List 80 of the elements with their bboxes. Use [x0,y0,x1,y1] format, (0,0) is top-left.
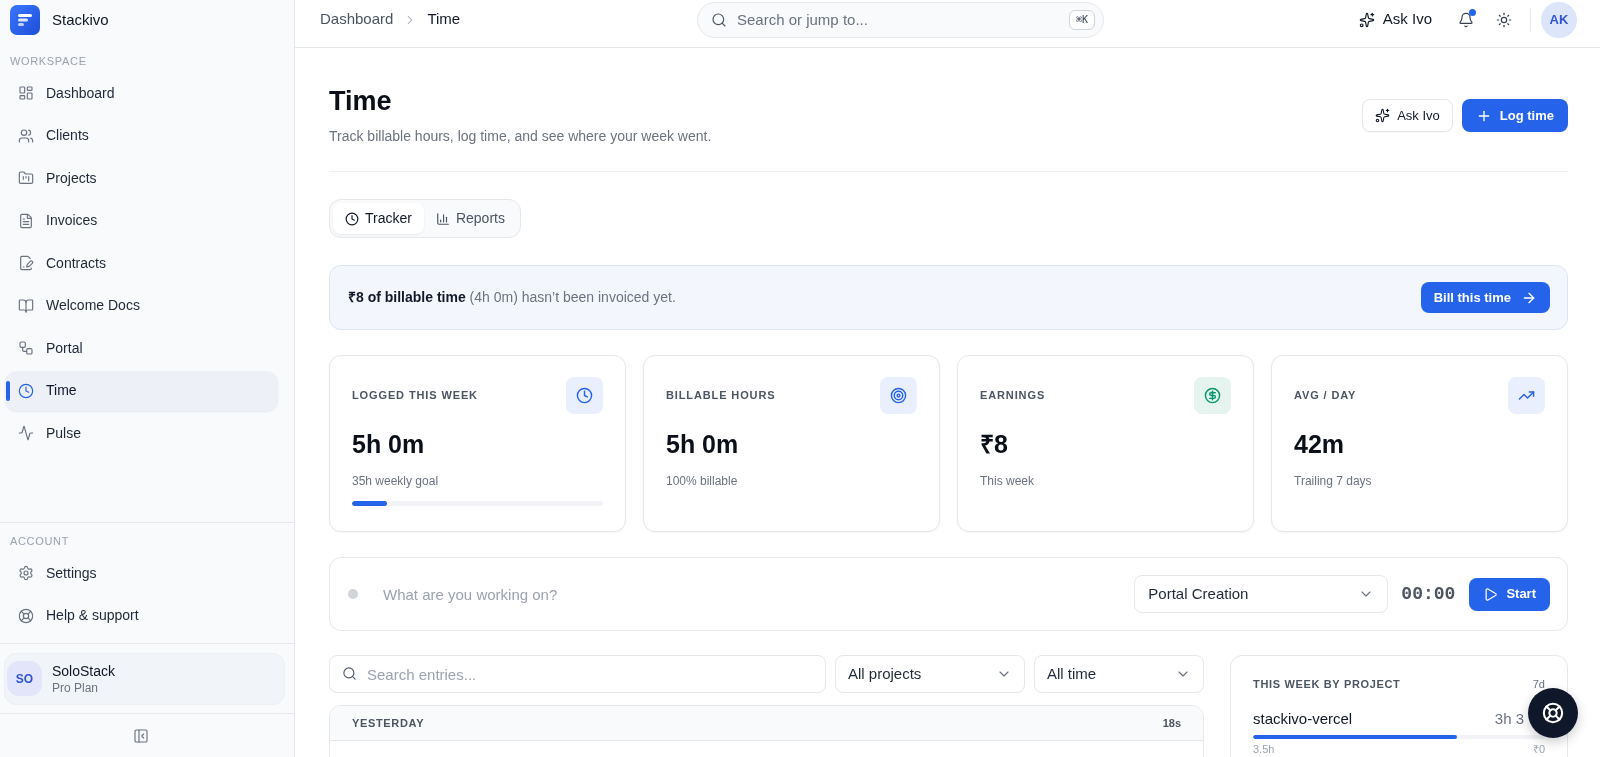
breadcrumb-link[interactable]: Dashboard [320,8,394,31]
sidebar-item[interactable]: Dashboard [5,73,278,113]
workflow-icon [18,340,34,356]
user-avatar[interactable]: AK [1541,1,1577,38]
users-icon [18,127,34,144]
lifebuoy-icon [18,607,34,624]
range-label: 7d [1532,677,1545,692]
project-time: 3h 3 [1494,708,1524,729]
stat-label: BILLABLE HOURS [666,388,776,404]
account-avatar: SO [7,661,42,696]
clock-icon [345,211,359,226]
section-label: WORKSPACE [9,54,88,68]
tab[interactable]: Reports [423,203,517,234]
sidebar-item[interactable]: Invoices [5,200,278,241]
tab[interactable]: Tracker [333,203,424,234]
stat-value: 5h 0m [352,429,426,460]
elapsed-time: 00:00 [1401,582,1456,606]
project-amount: ₹0 [1532,743,1545,755]
stat-value: 5h 0m [666,429,740,460]
stat-value: ₹8 [980,429,1009,460]
entries-search-field[interactable]: Search entries... [329,655,826,693]
sidebar-item[interactable]: Contracts [5,243,278,283]
sidebar-item[interactable]: Pulse [5,413,278,453]
search-icon [342,666,357,681]
group-total: 18s [1162,715,1181,731]
project-select[interactable]: Portal Creation [1134,575,1389,613]
stat-label: LOGGED THIS WEEK [352,388,478,404]
page-subtitle: Track billable hours, log time, and see where your week went. [329,127,712,146]
sidebar-item[interactable]: Portal [5,328,278,368]
page-title: Time [329,85,393,117]
play-icon [1483,586,1499,602]
ask-ivo-button[interactable]: Ask Ivo [1362,99,1453,132]
stat-value: 42m [1294,429,1346,460]
start-button[interactable]: Start [1469,577,1550,611]
stat-label: EARNINGS [980,388,1046,404]
account-name: SoloStack [52,661,116,680]
logo-icon [10,5,40,35]
sun-icon[interactable] [1496,11,1512,28]
stat-note: 35h weekly goal [352,473,440,489]
sidebar-item[interactable]: Projects [5,158,278,198]
notifications-icon[interactable] [1458,11,1474,28]
sparkle-icon [1358,11,1375,28]
pulse-icon [18,425,34,441]
sidebar-item[interactable]: Time [5,370,278,411]
filter-select[interactable]: All projects [835,655,1025,693]
section-label: ACCOUNT [9,534,70,548]
document-icon [18,212,34,229]
bill-this-time-button[interactable]: Bill this time [1420,282,1550,313]
sidebar-toggle-icon[interactable] [133,727,149,744]
sidebar-item[interactable]: Clients [5,115,278,156]
book-icon [18,297,34,314]
project-hours: 3.5h [1253,743,1275,755]
sidebar-item[interactable]: Help & support [5,595,278,636]
bar-chart-icon [435,211,450,226]
stat-note: Trailing 7 days [1294,473,1373,489]
group-label: YESTERDAY [352,715,425,731]
sparkle-icon [1375,108,1391,123]
stat-note: 100% billable [666,473,739,489]
time-entry-bar[interactable]: What are you working on? Portal Creation 00:00 Start [329,557,1568,631]
sidebar-item[interactable]: Welcome Docs [5,285,278,326]
lifebuoy-icon [1542,702,1564,724]
search-icon [711,11,727,28]
filter-select[interactable]: All time [1034,655,1204,693]
log-time-button[interactable]: Log time [1461,99,1568,132]
dashboard-icon [18,85,34,101]
account-plan: Pro Plan [52,679,100,696]
ask-ivo-button[interactable]: Ask Ivo [1350,3,1440,36]
document-pen-icon [18,255,34,271]
clock-icon [18,382,34,399]
breadcrumb-current: Time [427,9,461,30]
banner-message: ₹8 of billable time (4h 0m) hasn’t been invoiced yet. [348,288,676,307]
folder-icon [18,170,34,186]
stat-note: This week [980,473,1036,489]
project-name: stackivo-vercel [1253,708,1353,729]
brand-name: Stackivo [52,9,109,30]
active-indicator [6,380,10,401]
settings-icon [18,565,34,581]
stat-label: AVG / DAY [1294,388,1357,404]
card-title: THIS WEEK BY PROJECT [1253,677,1401,692]
sidebar-item[interactable]: Settings [5,553,278,593]
